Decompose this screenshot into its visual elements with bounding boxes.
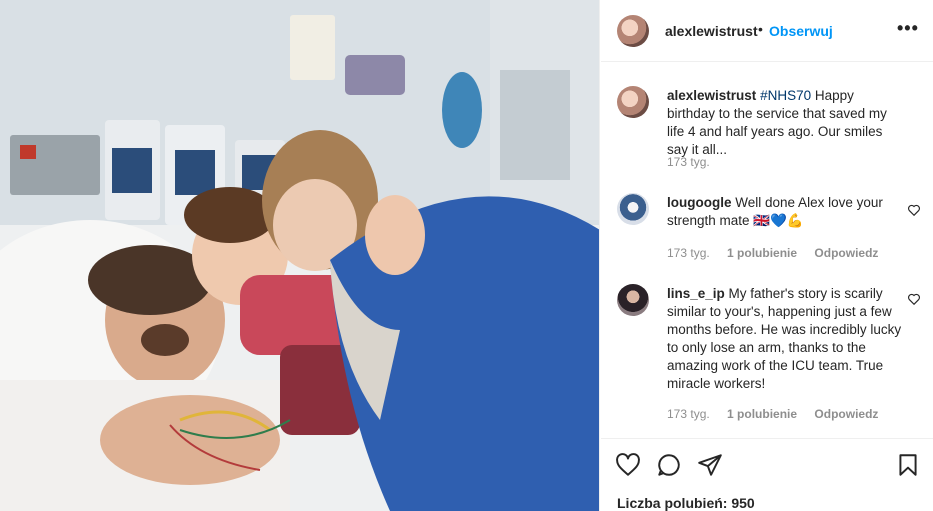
caption-username[interactable]: alexlewistrust [667, 88, 756, 103]
separator-dot: • [758, 21, 763, 37]
comment-text: lougoogle Well done Alex love your stren… [667, 194, 902, 230]
post-photo[interactable] [0, 0, 600, 511]
reply-button[interactable]: Odpowiedz [814, 246, 878, 260]
comment-icon[interactable] [656, 452, 682, 478]
share-icon[interactable] [697, 452, 723, 478]
caption-time[interactable]: 173 tyg. [667, 155, 710, 169]
caption-meta: 173 tyg. [667, 155, 724, 169]
comment-meta: 173 tyg. 1 polubienie Odpowiedz [667, 407, 892, 421]
post-caption: alexlewistrust #NHS70 Happy birthday to … [601, 80, 933, 175]
comment-item: lins_e_ip My father's story is scarily s… [601, 280, 933, 430]
comment-time[interactable]: 173 tyg. [667, 407, 710, 421]
post-username[interactable]: alexlewistrust [665, 23, 758, 39]
avatar[interactable] [617, 86, 649, 118]
comment-item: lougoogle Well done Alex love your stren… [601, 189, 933, 269]
reply-button[interactable]: Odpowiedz [814, 407, 878, 421]
comment-time[interactable]: 173 tyg. [667, 246, 710, 260]
comment-meta: 173 tyg. 1 polubienie Odpowiedz [667, 246, 892, 260]
comment-body: My father's story is scarily similar to … [667, 286, 902, 391]
photo-illustration [0, 0, 599, 511]
post-actions: Liczba polubień: 950 [601, 438, 933, 511]
caption-text: alexlewistrust #NHS70 Happy birthday to … [667, 87, 902, 159]
comment-username[interactable]: lougoogle [667, 195, 732, 210]
post-side-panel: alexlewistrust • Obserwuj ••• alexlewist… [601, 0, 933, 511]
more-icon[interactable]: ••• [897, 18, 919, 39]
avatar[interactable] [617, 15, 649, 47]
bookmark-icon[interactable] [895, 452, 921, 478]
heart-icon[interactable] [907, 203, 921, 217]
likes-count[interactable]: Liczba polubień: 950 [617, 495, 755, 511]
comment-username[interactable]: lins_e_ip [667, 286, 725, 301]
follow-button[interactable]: Obserwuj [769, 23, 833, 39]
avatar[interactable] [617, 284, 649, 316]
post-header: alexlewistrust • Obserwuj ••• [601, 0, 933, 62]
avatar[interactable] [617, 193, 649, 225]
heart-icon[interactable] [615, 452, 641, 478]
caption-hashtag[interactable]: #NHS70 [760, 88, 811, 103]
comment-likes[interactable]: 1 polubienie [727, 246, 797, 260]
comment-text: lins_e_ip My father's story is scarily s… [667, 285, 902, 393]
heart-icon[interactable] [907, 292, 921, 306]
comment-likes[interactable]: 1 polubienie [727, 407, 797, 421]
